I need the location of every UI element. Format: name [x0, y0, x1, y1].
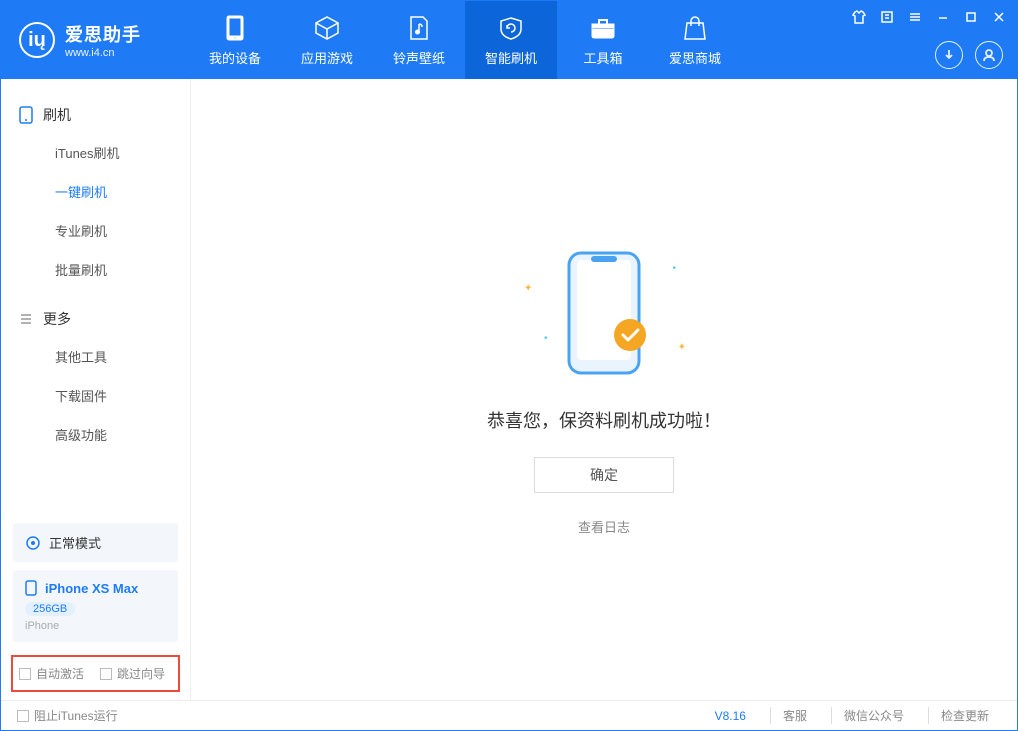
sidebar-item-advanced[interactable]: 高级功能 — [1, 415, 190, 454]
feedback-icon[interactable] — [875, 7, 899, 27]
sidebar-item-other-tools[interactable]: 其他工具 — [1, 337, 190, 376]
nav-store[interactable]: 爱思商城 — [649, 1, 741, 79]
sidebar-section-flash: 刷机 — [1, 97, 190, 133]
sidebar-item-pro-flash[interactable]: 专业刷机 — [1, 211, 190, 250]
toolbox-icon — [589, 14, 617, 42]
list-icon — [19, 312, 33, 326]
mode-icon — [25, 535, 41, 551]
check-badge-icon — [612, 317, 648, 353]
sidebar-item-onekey-flash[interactable]: 一键刷机 — [1, 172, 190, 211]
success-message: 恭喜您，保资料刷机成功啦！ — [487, 407, 721, 433]
checkbox-icon — [19, 668, 31, 680]
footer-link-update[interactable]: 检查更新 — [928, 707, 1001, 724]
sidebar-section-more: 更多 — [1, 301, 190, 337]
sidebar-item-itunes-flash[interactable]: iTunes刷机 — [1, 133, 190, 172]
ok-button[interactable]: 确定 — [534, 457, 674, 493]
maximize-button[interactable] — [959, 7, 983, 27]
footer-link-support[interactable]: 客服 — [770, 707, 819, 724]
device-info-box[interactable]: iPhone XS Max 256GB iPhone — [13, 570, 178, 642]
nav-my-device[interactable]: 我的设备 — [189, 1, 281, 79]
close-button[interactable] — [987, 7, 1011, 27]
highlighted-options: 自动激活 跳过向导 — [11, 655, 180, 692]
view-log-link[interactable]: 查看日志 — [578, 517, 630, 536]
refresh-shield-icon — [497, 14, 525, 42]
app-header: ių 爱思助手 www.i4.cn 我的设备 应用游戏 铃声壁纸 智能刷机 工具… — [1, 1, 1017, 79]
footer-link-wechat[interactable]: 微信公众号 — [831, 707, 916, 724]
device-type: iPhone — [25, 620, 166, 632]
device-mode-box[interactable]: 正常模式 — [13, 523, 178, 562]
nav-apps-games[interactable]: 应用游戏 — [281, 1, 373, 79]
user-button[interactable] — [975, 41, 1003, 69]
bag-icon — [681, 14, 709, 42]
device-icon — [25, 580, 37, 596]
checkbox-icon — [17, 710, 29, 722]
device-capacity: 256GB — [25, 602, 75, 616]
phone-small-icon — [19, 106, 33, 124]
nav-smart-flash[interactable]: 智能刷机 — [465, 1, 557, 79]
logo-icon: ių — [19, 22, 55, 58]
sidebar-item-batch-flash[interactable]: 批量刷机 — [1, 250, 190, 289]
logo-area: ių 爱思助手 www.i4.cn — [19, 21, 189, 59]
sidebar: 刷机 iTunes刷机 一键刷机 专业刷机 批量刷机 更多 其他工具 下载固件 … — [1, 79, 191, 700]
menu-icon[interactable] — [903, 7, 927, 27]
nav-toolbox[interactable]: 工具箱 — [557, 1, 649, 79]
cube-icon — [313, 14, 341, 42]
device-panel: 正常模式 iPhone XS Max 256GB iPhone — [13, 523, 178, 642]
titlebar-controls — [847, 7, 1011, 27]
nav-ringtone-wallpaper[interactable]: 铃声壁纸 — [373, 1, 465, 79]
footer-bar: 阻止iTunes运行 V8.16 客服 微信公众号 检查更新 — [1, 700, 1017, 730]
checkbox-icon — [100, 668, 112, 680]
success-illustration: ✦ • • ✦ — [504, 243, 704, 383]
sidebar-item-download-firmware[interactable]: 下载固件 — [1, 376, 190, 415]
phone-icon — [221, 14, 249, 42]
music-file-icon — [405, 14, 433, 42]
main-nav: 我的设备 应用游戏 铃声壁纸 智能刷机 工具箱 爱思商城 — [189, 1, 741, 79]
app-title: 爱思助手 — [65, 21, 141, 47]
block-itunes-checkbox[interactable]: 阻止iTunes运行 — [17, 707, 118, 724]
body-area: 刷机 iTunes刷机 一键刷机 专业刷机 批量刷机 更多 其他工具 下载固件 … — [1, 79, 1017, 700]
app-subtitle: www.i4.cn — [65, 47, 141, 59]
minimize-button[interactable] — [931, 7, 955, 27]
auto-activate-checkbox[interactable]: 自动激活 — [19, 665, 84, 682]
skip-guide-checkbox[interactable]: 跳过向导 — [100, 665, 165, 682]
tshirt-icon[interactable] — [847, 7, 871, 27]
main-content: ✦ • • ✦ 恭喜您，保资料刷机成功啦！ 确定 查看日志 — [191, 79, 1017, 700]
version-label: V8.16 — [715, 709, 758, 723]
header-right-buttons — [935, 41, 1003, 69]
download-button[interactable] — [935, 41, 963, 69]
